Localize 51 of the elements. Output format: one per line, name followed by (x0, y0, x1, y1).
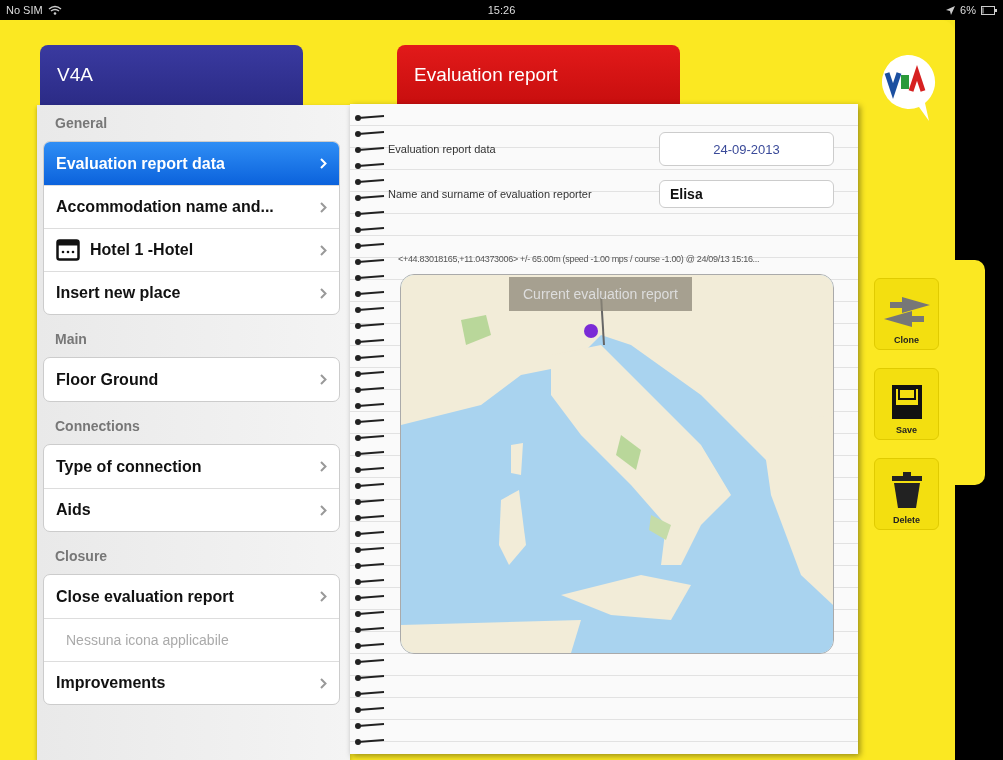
panel-tab[interactable]: V4A (40, 45, 303, 105)
menu-item[interactable]: Hotel 1 -Hotel (44, 228, 339, 271)
carrier-label: No SIM (6, 4, 43, 16)
section-header: General (54, 114, 109, 133)
menu-item[interactable]: Accommodation name and... (44, 185, 339, 228)
chevron-icon (320, 158, 327, 169)
chevron-icon (320, 591, 327, 602)
calendar-icon (56, 239, 80, 261)
section-header: Closure (54, 547, 109, 566)
delete-button[interactable]: Delete (874, 458, 939, 530)
chevron-icon (320, 461, 327, 472)
wifi-icon (47, 5, 62, 15)
chevron-icon (320, 677, 327, 689)
item-label: Aids (56, 501, 92, 519)
trash-can-icon (890, 471, 923, 509)
chevron-icon (320, 504, 327, 516)
chevron-icon (320, 287, 327, 299)
clock: 15:26 (487, 4, 516, 16)
item-label: Close evaluation report (56, 587, 235, 606)
chevron-icon (320, 201, 327, 213)
menu-item[interactable]: Type of connection (44, 445, 339, 488)
name-field[interactable]: Elisa (659, 180, 834, 208)
item-label: Insert new place (56, 284, 182, 302)
date-field[interactable]: 24-09-2013 (659, 132, 834, 166)
report-tab[interactable]: Evaluation report (397, 45, 680, 104)
save-button[interactable]: Save (874, 368, 939, 440)
note-text: Nessuna icona applicabile (44, 618, 339, 661)
location-text: <+44.83018165,+11.04373006> +/- 65.00m (speed -1.00 mps / course -1.00) @ 24/09/13 15:16... (398, 254, 761, 264)
menu-item[interactable]: Evaluation report data (44, 142, 339, 185)
item-label: Type of connection (56, 457, 203, 476)
chevron-icon (320, 374, 327, 385)
item-label: Improvements (56, 674, 167, 692)
menu-item[interactable]: Floor Ground (44, 358, 339, 401)
menu-item[interactable]: Insert new place (44, 271, 339, 314)
map-callout: Current evaluation report (509, 277, 692, 311)
section-header: Connections (54, 417, 141, 436)
location-arrow-icon (946, 5, 956, 15)
item-label: Hotel 1 -Hotel (90, 241, 195, 259)
menu-item[interactable]: Close evaluation report (44, 575, 339, 618)
chevron-icon (320, 244, 327, 256)
battery-percent: 6% (960, 4, 976, 16)
clone-button[interactable]: Clone (874, 278, 939, 350)
item-label: Evaluation report data (56, 154, 226, 173)
field-label: Evaluation report data (388, 143, 496, 155)
menu-item[interactable]: Aids (44, 488, 339, 531)
item-label: Accommodation name and... (56, 198, 275, 216)
section-header: Main (54, 330, 88, 349)
menu-item[interactable]: Improvements (44, 661, 339, 704)
item-label: Floor Ground (56, 370, 160, 389)
battery-icon (981, 5, 997, 15)
field-label: Name and surname of evaluation reporter (388, 188, 592, 200)
